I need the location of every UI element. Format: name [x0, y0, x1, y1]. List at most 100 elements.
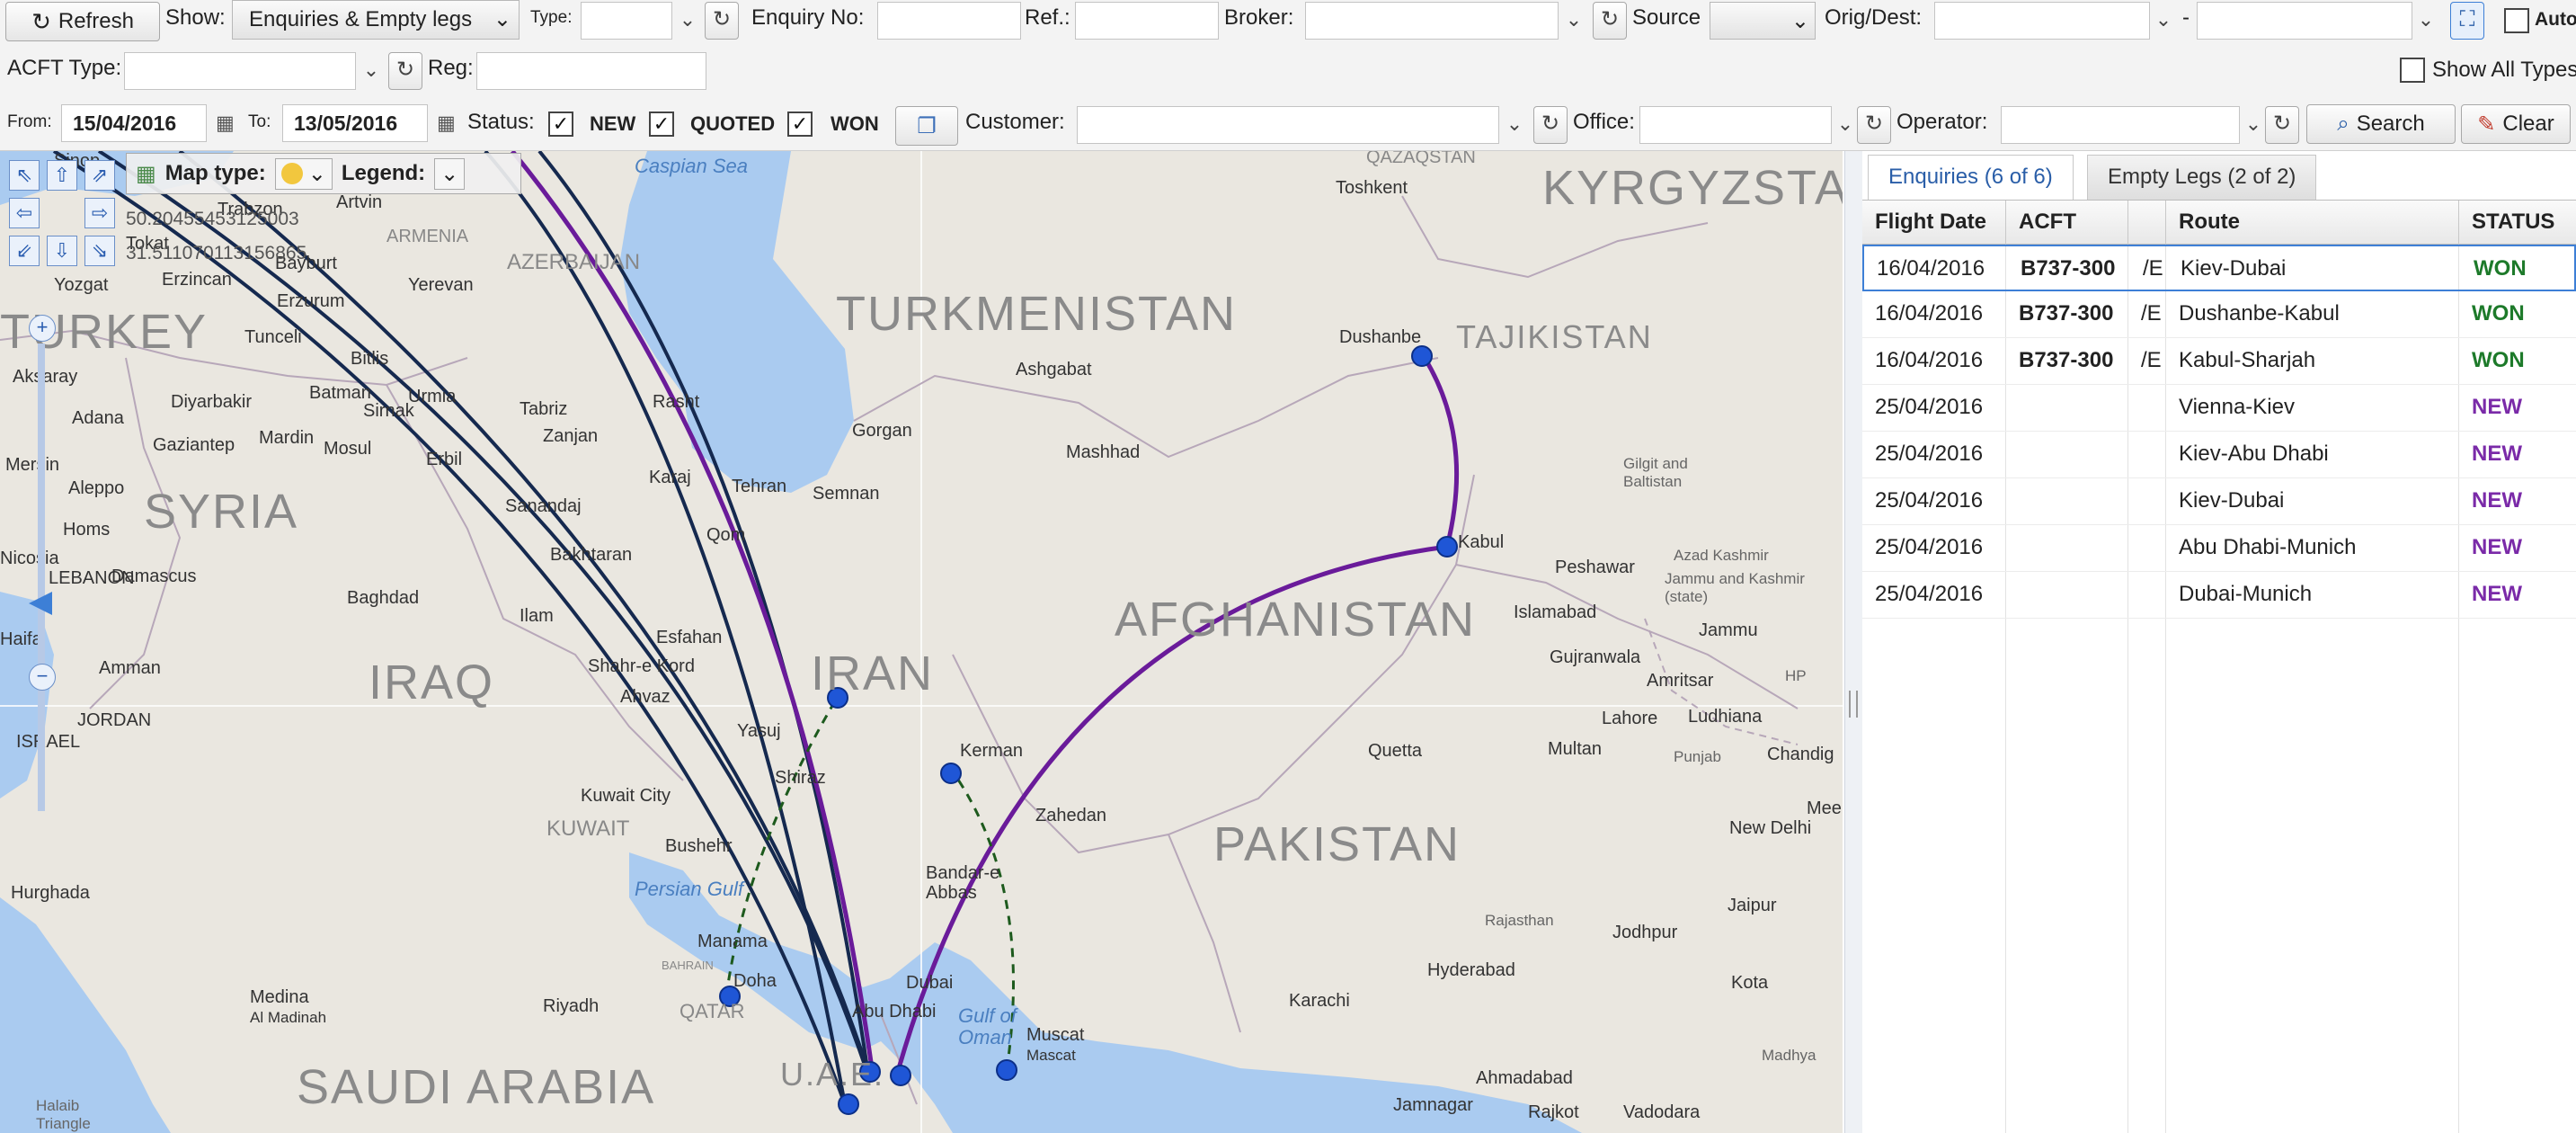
tab-enquiries[interactable]: Enquiries (6 of 6): [1868, 155, 2074, 201]
pan-down-right-button[interactable]: ⇘: [84, 236, 115, 266]
customer-dropdown-icon[interactable]: ⌄: [1501, 106, 1528, 144]
type-label: Type:: [530, 8, 573, 27]
pan-up-right-button[interactable]: ⇗: [84, 160, 115, 191]
destination-input[interactable]: [2197, 2, 2412, 40]
ref-label: Ref.:: [1025, 5, 1070, 30]
cell-route: Kiev-Dubai: [2179, 488, 2285, 513]
type-refresh-button[interactable]: ↻: [705, 2, 739, 40]
destination-dropdown-icon[interactable]: ⌄: [2412, 2, 2439, 40]
office-input[interactable]: [1639, 106, 1832, 144]
auto-checkbox[interactable]: [2504, 8, 2529, 33]
city-label: Hurghada: [11, 883, 90, 903]
city-label: Amritsar: [1647, 671, 1714, 691]
pan-down-button[interactable]: ⇩: [47, 236, 77, 266]
pan-down-left-button[interactable]: ⇙: [9, 236, 40, 266]
calendar-icon[interactable]: ▦: [437, 112, 460, 135]
broker-dropdown-icon[interactable]: ⌄: [1560, 2, 1587, 40]
status-won-checkbox[interactable]: ✓: [787, 112, 813, 137]
origin-dropdown-icon[interactable]: ⌄: [2150, 2, 2177, 40]
tab-empty-legs[interactable]: Empty Legs (2 of 2): [2087, 155, 2317, 200]
col-header-flight-date[interactable]: Flight Date: [1862, 201, 2006, 245]
office-dropdown-icon[interactable]: ⌄: [1832, 106, 1859, 144]
city-label: Riyadh: [543, 996, 600, 1016]
table-row[interactable]: 25/04/2016 Kiev-Dubai NEW: [1862, 478, 2576, 525]
city-label: Mardin: [259, 428, 315, 448]
city-label: Kerman: [960, 741, 1024, 761]
col-header-route[interactable]: Route: [2166, 201, 2459, 245]
enquiry-no-label: Enquiry No:: [751, 5, 865, 30]
table-row[interactable]: 25/04/2016 Abu Dhabi-Munich NEW: [1862, 525, 2576, 572]
city-label: Punjab: [1674, 748, 1721, 765]
pan-left-button[interactable]: ⇦: [9, 198, 40, 228]
show-select[interactable]: Enquiries & Empty legs ⌄: [232, 0, 520, 40]
type-dropdown-icon[interactable]: ⌄: [674, 2, 701, 40]
layers-button[interactable]: ❐: [895, 106, 958, 146]
cell-flight-date: 16/04/2016: [1875, 301, 1984, 326]
table-row[interactable]: 25/04/2016 Dubai-Munich NEW: [1862, 572, 2576, 619]
city-label: Mersin: [5, 455, 60, 475]
customer-input[interactable]: [1077, 106, 1499, 144]
city-label: Bitlis: [351, 349, 389, 369]
from-date-input[interactable]: 15/04/2016: [61, 104, 207, 142]
zoom-slider[interactable]: [38, 343, 45, 811]
acft-type-refresh-button[interactable]: ↻: [388, 52, 422, 90]
operator-refresh-button[interactable]: ↻: [2265, 106, 2299, 144]
search-label: Search: [2356, 112, 2425, 136]
zoom-out-button[interactable]: −: [29, 664, 56, 691]
source-select[interactable]: ⌄: [1710, 2, 1816, 40]
city-label: Amman: [99, 658, 161, 678]
status-won-label: WON: [831, 112, 879, 135]
enquiry-no-input[interactable]: [877, 2, 1021, 40]
zoom-in-button[interactable]: +: [29, 315, 56, 342]
refresh-button[interactable]: ↻ Refresh: [5, 2, 160, 41]
city-label: Karachi: [1289, 991, 1350, 1011]
pan-up-button[interactable]: ⇧: [47, 160, 77, 191]
to-date-input[interactable]: 13/05/2016: [282, 104, 428, 142]
acft-type-input[interactable]: [124, 52, 356, 90]
fullscreen-button[interactable]: ⛶: [2450, 2, 2484, 40]
map-type-select[interactable]: ⌄: [274, 157, 333, 190]
operator-input[interactable]: [2001, 106, 2240, 144]
table-row[interactable]: 25/04/2016 Vienna-Kiev NEW: [1862, 385, 2576, 432]
col-header-status[interactable]: STATUS: [2459, 201, 2576, 245]
table-row[interactable]: 16/04/2016 B737-300 /E Dushanbe-Kabul WO…: [1862, 291, 2576, 338]
col-header-extra[interactable]: [2128, 201, 2166, 245]
table-row[interactable]: 25/04/2016 Kiev-Abu Dhabi NEW: [1862, 432, 2576, 478]
calendar-icon[interactable]: ▦: [216, 112, 239, 135]
pan-right-button[interactable]: ⇨: [84, 198, 115, 228]
city-label: Abu Dhabi: [852, 1002, 937, 1021]
city-label: Zanjan: [543, 426, 599, 446]
cell-acft: B737-300: [2019, 301, 2114, 326]
city-label: Bandar-e Abbas: [926, 863, 1000, 903]
status-new-checkbox[interactable]: ✓: [548, 112, 573, 137]
table-row[interactable]: 16/04/2016 B737-300 /E Kiev-Dubai WON: [1862, 245, 2576, 291]
ref-input[interactable]: [1075, 2, 1219, 40]
city-label: Yasuj: [737, 721, 781, 741]
cell-acft: B737-300: [2019, 348, 2114, 372]
reg-input[interactable]: [476, 52, 706, 90]
broker-refresh-button[interactable]: ↻: [1593, 2, 1627, 40]
show-all-types-checkbox[interactable]: [2400, 58, 2425, 83]
customer-refresh-button[interactable]: ↻: [1533, 106, 1568, 144]
city-label: Quetta: [1368, 741, 1423, 761]
country-label: ARMENIA: [386, 227, 469, 246]
broker-input[interactable]: [1305, 2, 1559, 40]
search-button[interactable]: ⌕ Search: [2306, 104, 2456, 144]
panel-splitter[interactable]: [1844, 151, 1862, 1133]
col-header-acft[interactable]: ACFT: [2006, 201, 2128, 245]
clear-button[interactable]: ✎ Clear: [2461, 104, 2571, 144]
cell-extra: /E: [2141, 348, 2162, 372]
acft-type-dropdown-icon[interactable]: ⌄: [358, 52, 385, 90]
operator-dropdown-icon[interactable]: ⌄: [2240, 106, 2267, 144]
status-quoted-checkbox[interactable]: ✓: [649, 112, 674, 137]
city-label: Damascus: [111, 566, 197, 586]
pan-up-left-button[interactable]: ⇖: [9, 160, 40, 191]
legend-select[interactable]: ⌄: [434, 157, 466, 190]
type-input[interactable]: [581, 2, 672, 40]
cell-acft: [2006, 385, 2128, 432]
table-row[interactable]: 16/04/2016 B737-300 /E Kabul-Sharjah WON: [1862, 338, 2576, 385]
origin-input[interactable]: [1934, 2, 2150, 40]
route-map[interactable]: TURKEY SYRIA IRAQ IRAN TURKMENISTAN AFGH…: [0, 151, 1843, 1133]
office-refresh-button[interactable]: ↻: [1857, 106, 1891, 144]
city-label: Shiraz: [775, 768, 826, 788]
